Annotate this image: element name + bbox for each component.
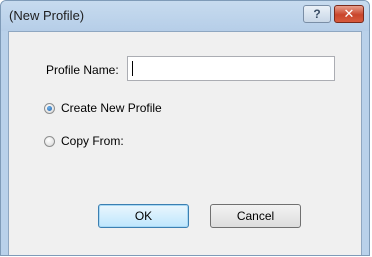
copy-from-label: Copy From: (61, 134, 124, 148)
dialog-body: Profile Name: Create New Profile Copy Fr… (8, 31, 362, 255)
window-title: (New Profile) (9, 8, 85, 23)
close-button[interactable]: ✕ (334, 5, 364, 23)
text-caret (132, 61, 133, 76)
create-new-profile-radio[interactable] (44, 102, 55, 114)
ok-button[interactable]: OK (98, 204, 189, 228)
profile-name-input[interactable] (127, 56, 335, 81)
cancel-button[interactable]: Cancel (210, 204, 301, 228)
close-icon: ✕ (343, 6, 355, 21)
profile-name-label: Profile Name: (46, 63, 119, 77)
title-bar[interactable]: (New Profile) ? ✕ (1, 1, 369, 31)
create-new-profile-option[interactable]: Create New Profile (44, 101, 162, 115)
copy-from-radio[interactable] (44, 135, 55, 147)
copy-from-option[interactable]: Copy From: (44, 134, 124, 148)
new-profile-dialog: (New Profile) ? ✕ Profile Name: Create N… (0, 0, 370, 256)
help-button[interactable]: ? (303, 5, 331, 23)
create-new-profile-label: Create New Profile (61, 101, 162, 115)
help-icon: ? (313, 7, 321, 21)
